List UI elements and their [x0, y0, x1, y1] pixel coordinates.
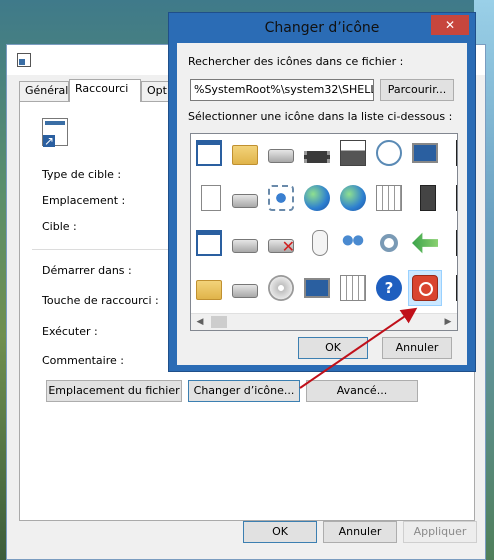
tab-shortcut[interactable]: Raccourci: [69, 79, 141, 102]
